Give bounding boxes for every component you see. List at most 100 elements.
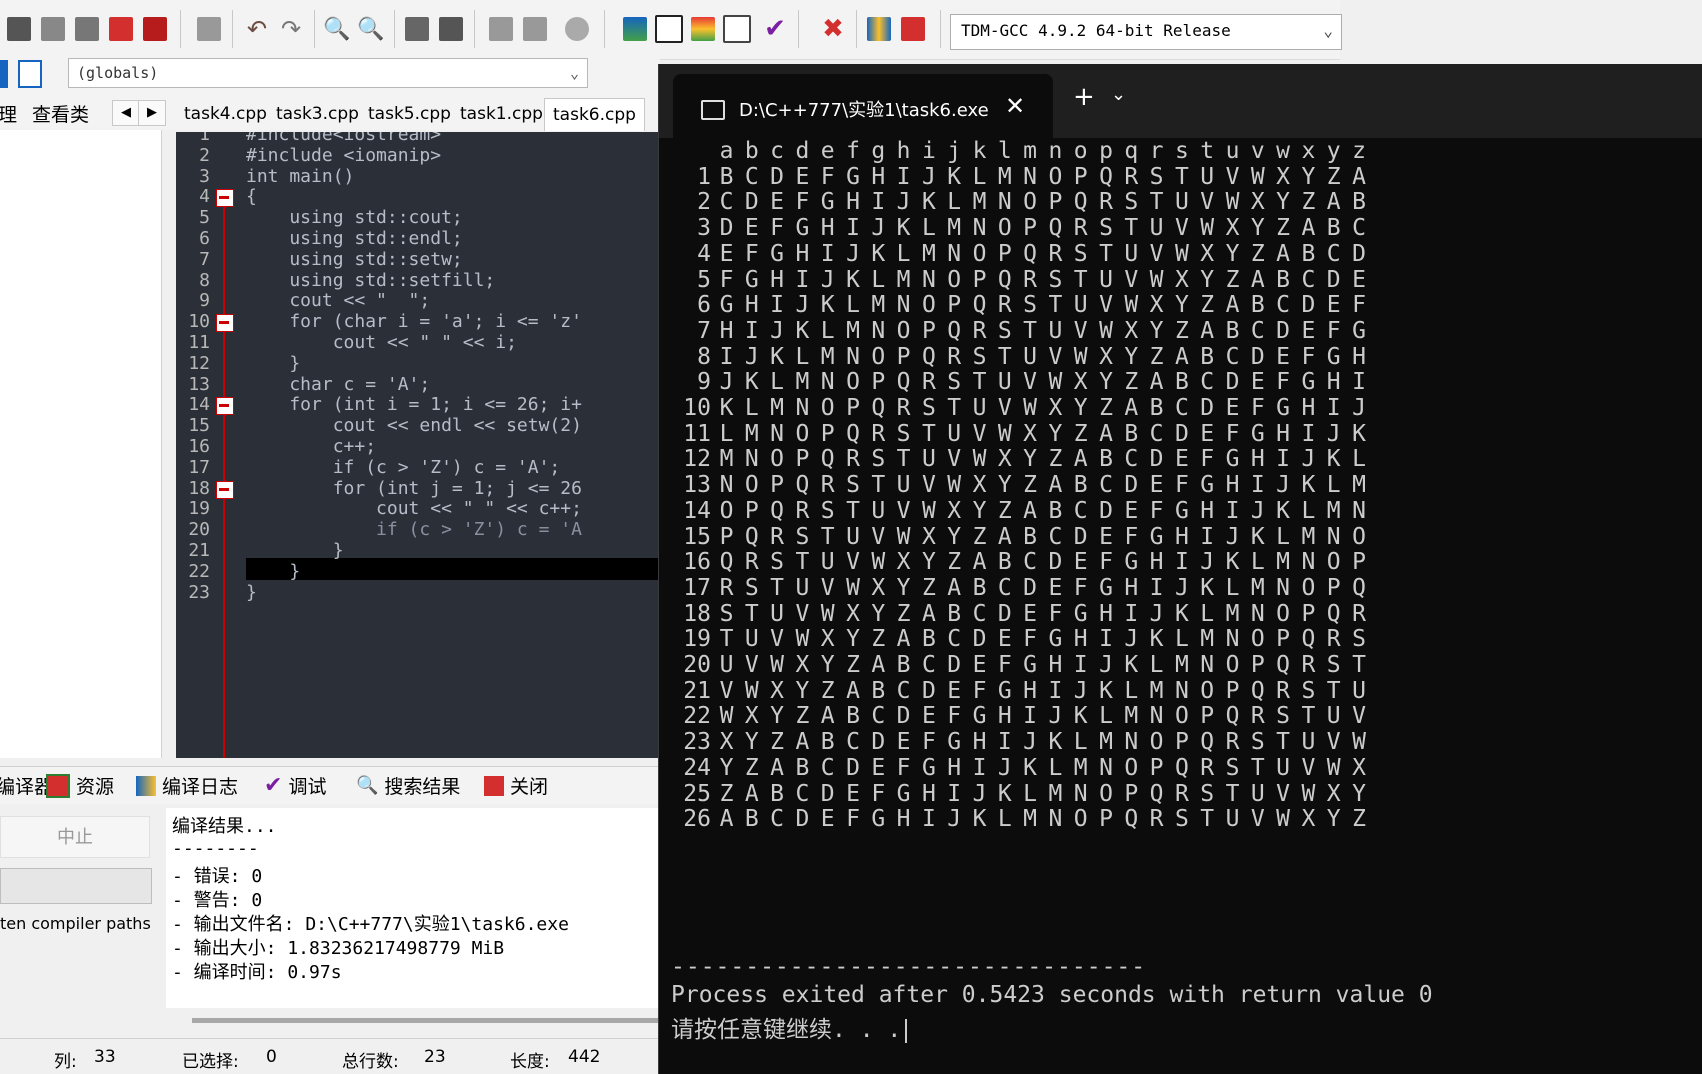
row-number: 20 [683,652,711,678]
tab-scroll-right-icon[interactable]: ▶ [138,100,166,126]
bookmark-icon[interactable] [484,12,518,46]
compiler-select[interactable]: TDM-GCC 4.9.2 64-bit Release ⌄ [950,14,1342,50]
code-editor[interactable]: 1 2 3 4 5 6 7 8 9 10 11 12 13 14 15 16 17 18 19 20 21 22 23 #i… [176,132,660,758]
new-tab-icon[interactable]: + [1073,82,1095,112]
press-key-text: 请按任意键继续. . . [671,1017,902,1043]
output-letter: S [1352,626,1366,653]
compile-icon[interactable] [618,12,652,46]
output-letter: R [972,317,987,344]
output-letter: K [1200,574,1215,601]
run-icon[interactable] [652,12,686,46]
output-letter: R [921,369,936,396]
file-tab-active[interactable]: task6.cpp [544,98,645,131]
output-letter: Y [820,652,835,678]
stop-button[interactable]: 中止 [0,816,150,858]
output-letter: E [1250,369,1265,396]
find-icon[interactable]: 🔍 [320,12,354,46]
scope-select[interactable]: (globals) ⌄ [68,58,588,88]
output-letter: H [1023,677,1038,704]
profile-icon[interactable] [862,12,896,46]
header-letter: r [1149,138,1164,164]
output-letter: R [947,343,962,370]
bookmark-next-icon[interactable] [518,12,552,46]
close-tab-icon[interactable]: ✕ [1005,92,1025,120]
log-horizontal-scrollbar[interactable] [192,1018,660,1023]
tab-close[interactable]: 关闭 [484,772,548,799]
stop-execution-icon[interactable]: ✖ [816,12,850,46]
tab-search-results[interactable]: 🔍 搜索结果 [356,772,460,799]
output-letter: Y [1023,446,1038,473]
file-tab[interactable]: task5.cpp [360,98,459,130]
tab-classes[interactable]: 查看类 [32,100,89,127]
header-letter: i [921,138,936,164]
save-all-icon[interactable] [70,12,104,46]
output-letter: A [871,652,886,678]
output-letter: Y [1048,420,1063,447]
output-letter: M [820,343,835,370]
fold-toggle-icon[interactable] [216,480,234,499]
class-browser-icon[interactable] [0,60,8,88]
output-letter: W [1048,369,1063,396]
compiler-paths-checkbox-label[interactable]: ten compiler paths [0,914,151,933]
header-letter: p [1099,138,1113,164]
rebuild-icon[interactable] [720,12,754,46]
output-letter: O [1023,189,1038,216]
output-letter: U [1225,806,1240,833]
tab-resources[interactable]: 资源 [46,772,114,799]
replace-icon[interactable]: 🔍 [354,12,388,46]
redo-icon[interactable]: ↷ [274,12,308,46]
compile-run-icon[interactable] [686,12,720,46]
output-letter: E [1301,317,1316,344]
fold-toggle-icon[interactable] [216,314,234,333]
output-letter: F [1048,600,1063,627]
close-all-icon[interactable] [138,12,172,46]
file-tab[interactable]: task4.cpp [176,98,275,130]
tab-debug[interactable]: ✔ 调试 [264,772,326,799]
output-letter: N [1174,677,1189,704]
output-letter: L [1174,626,1189,653]
output-letter: X [1301,806,1316,833]
output-letter: X [896,549,911,576]
output-letter: B [896,652,911,678]
syntax-check-icon[interactable]: ✔ [758,12,792,46]
output-letter: Q [1276,652,1291,678]
output-letter: T [719,626,734,653]
print-icon[interactable] [192,12,226,46]
tab-compile-log[interactable]: 编译日志 [136,772,238,799]
header-letter: v [1250,138,1265,164]
output-letter: W [744,677,759,704]
file-tab[interactable]: task1.cpp [452,98,551,130]
output-letter: H [1174,523,1189,550]
undo-icon[interactable]: ↶ [240,12,274,46]
indent-icon[interactable] [400,12,434,46]
close-file-icon[interactable] [104,12,138,46]
output-letter: F [1099,549,1113,576]
bookmark-toggle-icon[interactable] [18,60,42,88]
row-number: 19 [683,626,711,653]
output-letter: R [1276,677,1291,704]
terminal-window[interactable]: D:\C++777\实验1\task6.exe ✕ + ⌄ abcdefghij… [658,64,1702,1074]
output-letter: O [820,395,835,421]
delete-profile-icon[interactable] [896,12,930,46]
terminal-tab[interactable]: D:\C++777\实验1\task6.exe ✕ [673,74,1053,138]
output-letter: P [1023,215,1038,242]
file-tab[interactable]: task3.cpp [268,98,367,130]
fold-toggle-icon[interactable] [216,189,234,208]
output-letter: S [1174,806,1189,833]
save-icon[interactable] [36,12,70,46]
output-letter: L [1352,446,1366,473]
new-icon[interactable] [2,12,36,46]
fold-toggle-icon[interactable] [216,397,234,416]
row-number: 9 [697,369,711,396]
tab-scroll-left-icon[interactable]: ◀ [112,100,140,126]
output-letter: C [1352,215,1366,242]
toggle-comment-icon[interactable] [560,12,594,46]
tab-project[interactable]: 理 [0,100,17,127]
output-letter: N [1099,754,1113,781]
chevron-down-icon[interactable]: ⌄ [1111,84,1126,105]
goto-line-icon[interactable] [434,12,468,46]
output-letter: O [1200,677,1215,704]
output-letter: B [947,600,962,627]
output-letter: F [795,189,810,216]
row-number: 26 [683,806,711,833]
